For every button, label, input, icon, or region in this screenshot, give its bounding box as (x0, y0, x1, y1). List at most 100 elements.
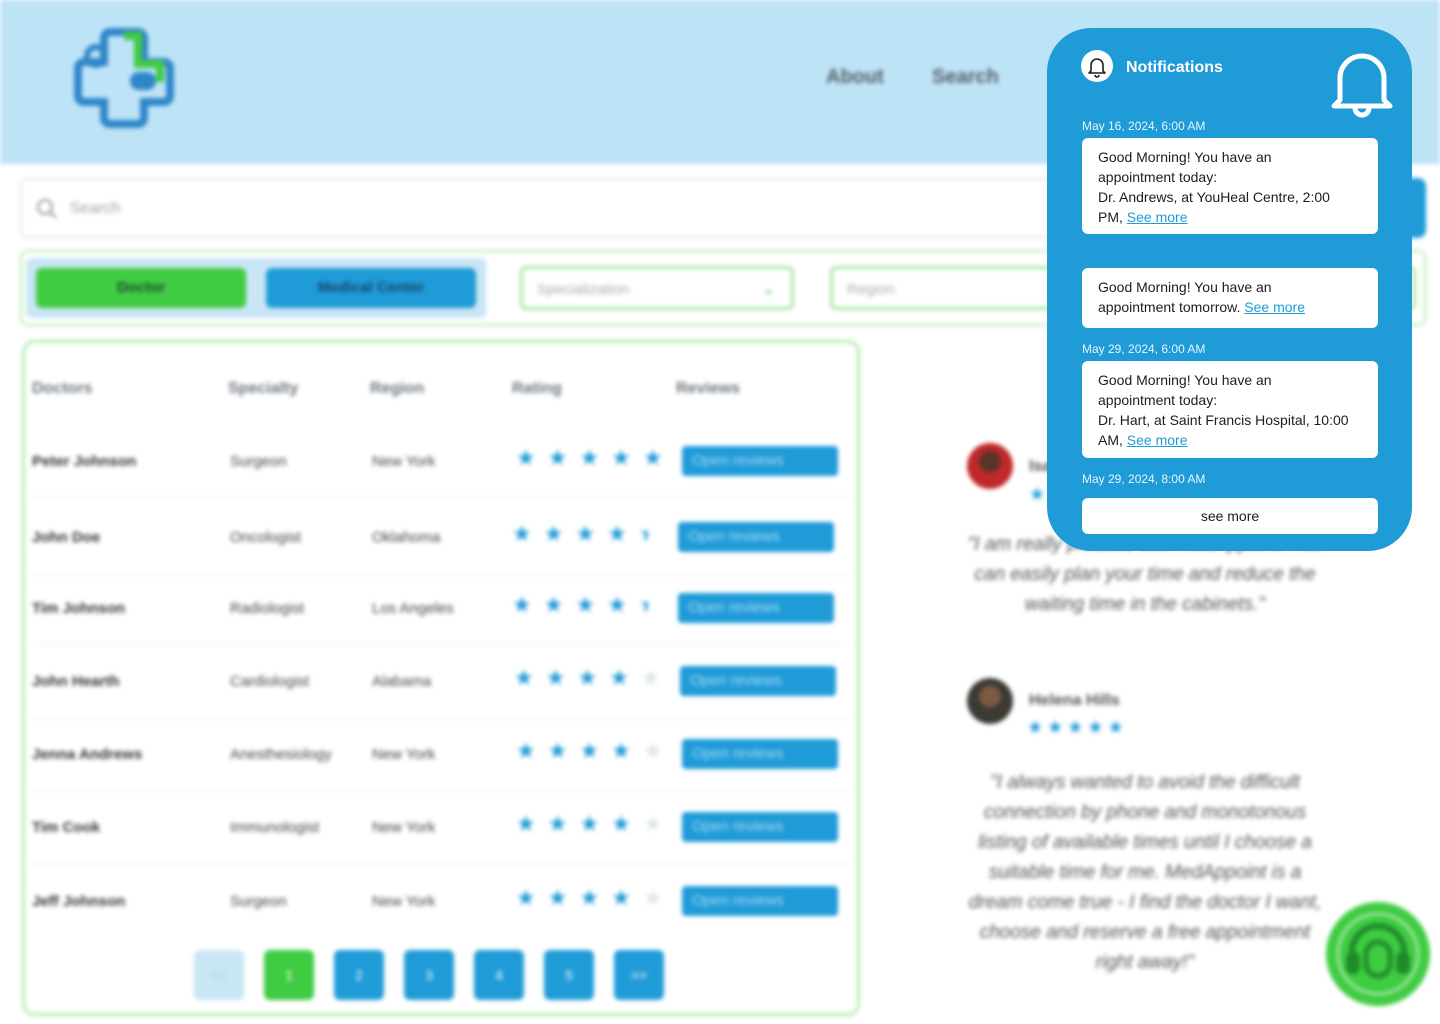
page-5-button[interactable]: 5 (544, 950, 594, 1000)
star-icon: ★ (642, 885, 663, 910)
open-reviews-button[interactable]: Open reviews (682, 739, 838, 769)
doctor-specialty: Surgeon (230, 453, 287, 470)
star-icon: ★ (575, 592, 596, 617)
see-more-link[interactable]: See more (1127, 209, 1188, 225)
star-icon: ★ (512, 521, 532, 546)
star-icon: ★ (516, 811, 536, 836)
support-headset-icon (1336, 912, 1420, 996)
page-1-button[interactable]: 1 (264, 950, 314, 1000)
doctor-region: Alabama (372, 673, 432, 690)
notification-text: AM, (1098, 432, 1123, 448)
notification-text: appointment today: (1098, 169, 1218, 185)
row-divider (32, 573, 848, 574)
column-header-doctors: Doctors (32, 380, 93, 397)
support-button[interactable] (1326, 902, 1430, 1006)
page-4-button[interactable]: 4 (474, 950, 524, 1000)
page-3-button[interactable]: 3 (404, 950, 454, 1000)
star-icon: ★ (516, 885, 536, 910)
doctor-region: Oklahoma (372, 529, 441, 546)
doctor-toggle-button[interactable]: Doctor (36, 268, 246, 308)
star-icon: ★ (547, 738, 568, 763)
doctor-specialty: Surgeon (230, 893, 287, 910)
bell-icon (1081, 50, 1113, 82)
notification-text: appointment tomorrow. (1098, 299, 1241, 315)
specialization-select[interactable]: Specialization ⌄ (520, 266, 794, 310)
nav-search[interactable]: Search (932, 66, 999, 89)
open-reviews-button[interactable]: Open reviews (678, 522, 834, 552)
open-reviews-button[interactable]: Open reviews (682, 812, 838, 842)
doctor-name: Jenna Andrews (32, 746, 143, 763)
star-icon: ★ (638, 592, 659, 617)
star-icon: ★ (575, 521, 596, 546)
star-icon: ★ (545, 665, 566, 690)
open-reviews-button[interactable]: Open reviews (682, 886, 838, 916)
row-divider (32, 497, 848, 498)
rating-stars: ★ ★ ★ ★ ★ (516, 738, 663, 764)
star-icon: ★ (577, 665, 598, 690)
star-icon: ★ (611, 811, 631, 836)
rating-stars: ★ ★ ★ ★ ★ (516, 811, 663, 837)
star-icon: ★ (543, 521, 564, 546)
doctor-specialty: Radiologist (230, 600, 305, 617)
star-icon: ★ (1027, 717, 1044, 737)
medical-center-toggle-button[interactable]: Medical Center (266, 268, 476, 308)
search-placeholder: Search (70, 200, 121, 217)
star-icon: ★ (607, 521, 627, 546)
bell-icon[interactable] (1325, 44, 1399, 118)
doctor-name: John Doe (32, 529, 101, 546)
column-header-reviews: Reviews (676, 380, 741, 397)
star-icon: ★ (609, 665, 629, 690)
doctor-region: New York (372, 819, 436, 836)
avatar (967, 678, 1013, 724)
open-reviews-button[interactable]: Open reviews (678, 593, 834, 623)
doctor-region: Los Angeles (372, 600, 454, 617)
column-header-region: Region (370, 380, 425, 397)
star-icon: ★ (642, 445, 663, 470)
notifications-title: Notifications (1126, 59, 1223, 76)
star-icon: ★ (514, 665, 534, 690)
star-icon: ★ (1067, 717, 1084, 737)
notification-date: May 29, 2024, 8:00 AM (1082, 472, 1206, 486)
page-2-button[interactable]: 2 (334, 950, 384, 1000)
page-prev-button[interactable]: << (194, 950, 244, 1000)
chevron-down-icon: ⌄ (761, 281, 775, 298)
notification-text: PM, (1098, 209, 1123, 225)
testimonial-quote: "I always wanted to avoid the difficult … (968, 772, 1322, 973)
notifications-panel: Notifications May 16, 2024, 6:00 AM Good… (1047, 28, 1412, 551)
rating-stars: ★ ★ ★ ★ ★ (514, 665, 661, 691)
doctor-name: Tim Cook (32, 819, 101, 836)
star-icon: ★ (611, 738, 631, 763)
page: About Search Search Doctor Medical Cente… (0, 0, 1440, 1024)
logo-cross-icon[interactable] (72, 26, 176, 130)
page-next-button[interactable]: >> (614, 950, 664, 1000)
notification-text: appointment today: (1098, 392, 1218, 408)
doctor-region: New York (372, 746, 436, 763)
notification-text: Dr. Andrews, at YouHeal Centre, 2:00 (1098, 189, 1330, 205)
notification-card: Good Morning! You have an appointment to… (1082, 361, 1378, 458)
nav-about[interactable]: About (826, 66, 884, 89)
doctor-specialty: Immunologist (230, 819, 320, 836)
see-more-link[interactable]: See more (1127, 432, 1188, 448)
rating-stars: ★ ★ ★ ★ ★ (516, 885, 663, 911)
star-icon: ★ (516, 738, 536, 763)
reviewer-rating: ★ (1029, 484, 1045, 505)
star-icon: ★ (547, 445, 568, 470)
open-reviews-button[interactable]: Open reviews (680, 666, 836, 696)
doctor-specialty: Cardiologist (230, 673, 310, 690)
open-reviews-button[interactable]: Open reviews (682, 446, 838, 476)
star-icon: ★ (543, 592, 564, 617)
star-icon: ★ (607, 592, 627, 617)
row-divider (32, 863, 848, 864)
star-icon: ★ (1047, 717, 1064, 737)
see-more-link[interactable]: See more (1244, 299, 1305, 315)
search-icon (37, 199, 57, 219)
star-icon: ★ (1029, 484, 1046, 504)
star-icon: ★ (547, 885, 568, 910)
star-icon: ★ (638, 521, 659, 546)
notification-date: May 16, 2024, 6:00 AM (1082, 119, 1206, 133)
rating-stars: ★ ★ ★ ★ ★ (516, 445, 663, 471)
region-placeholder: Region (847, 281, 895, 298)
column-header-specialty: Specialty (228, 380, 299, 397)
avatar (967, 443, 1013, 489)
see-more-button[interactable]: see more (1082, 498, 1378, 534)
